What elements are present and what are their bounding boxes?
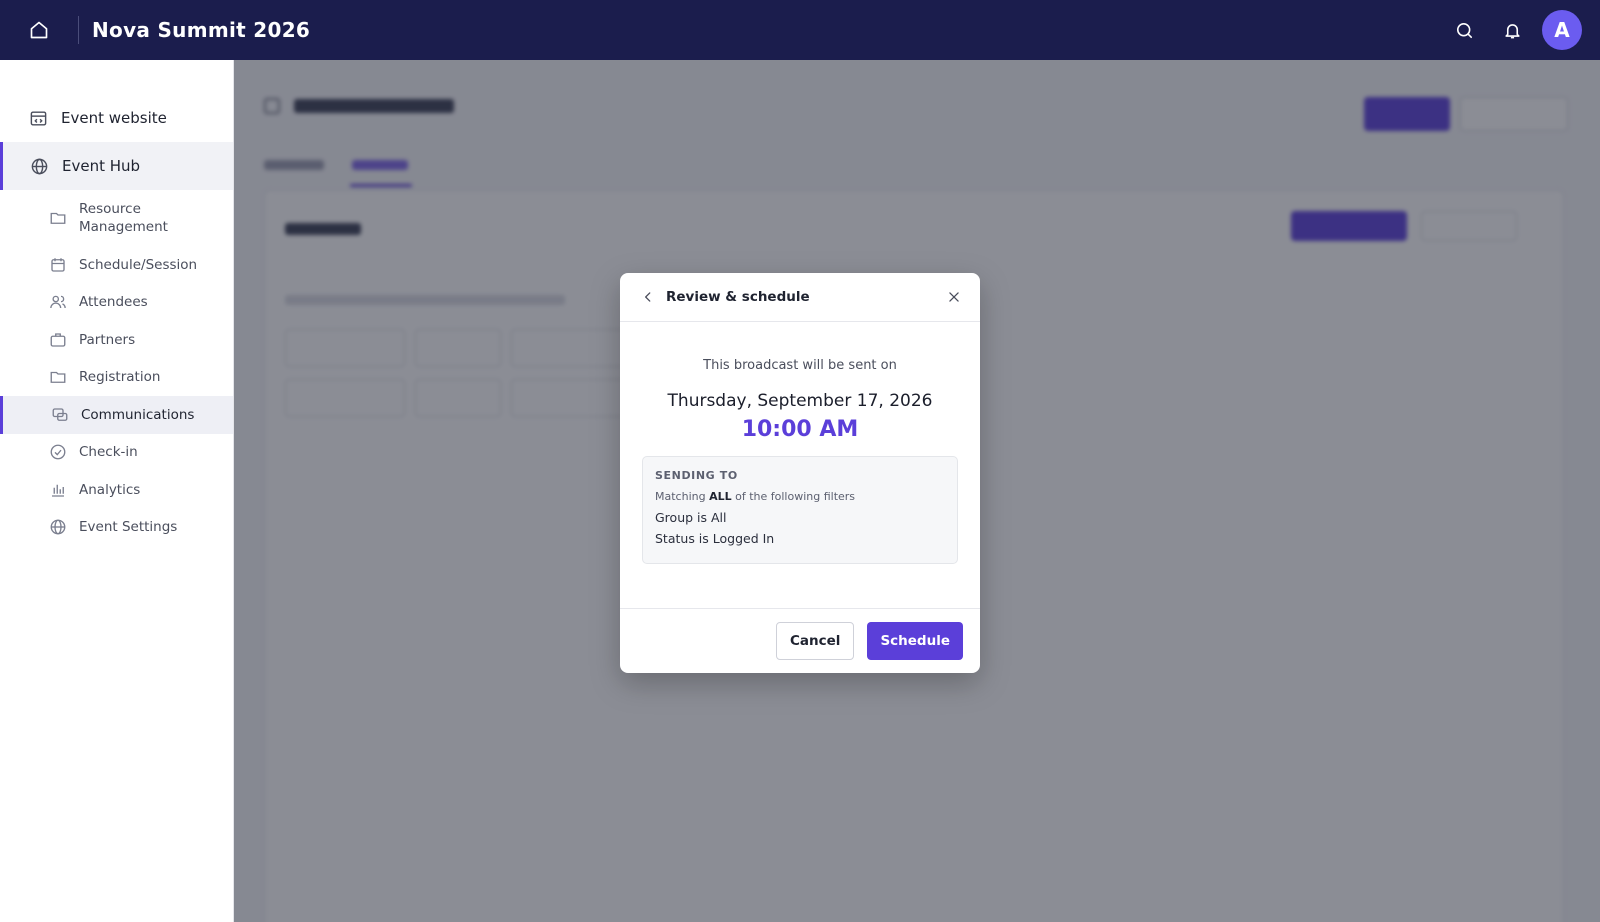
globe-icon [29, 156, 49, 176]
people-icon [49, 293, 67, 311]
check-circle-icon [49, 443, 67, 461]
match-description: Matching ALL of the following filters [655, 490, 945, 503]
sent-on-text: This broadcast will be sent on [703, 358, 897, 373]
scheduled-time: 10:00 AM [741, 417, 859, 442]
sidebar-item-label: Event website [61, 109, 167, 127]
search-button[interactable] [1440, 6, 1488, 54]
sending-to-summary: SENDING TO Matching ALL of the following… [642, 456, 958, 564]
sidebar: Event website Event Hub Resource Managem… [0, 60, 234, 922]
sidebar-item-event-website[interactable]: Event website [0, 94, 233, 142]
globe-icon [49, 518, 67, 536]
sidebar-item-label: Communications [81, 406, 195, 423]
modal-close-button[interactable] [944, 287, 964, 307]
sidebar-item-check-in[interactable]: Check-in [0, 434, 233, 472]
sidebar-item-label: Resource Management [79, 201, 168, 235]
sidebar-item-attendees[interactable]: Attendees [0, 284, 233, 322]
close-icon [949, 292, 959, 302]
review-schedule-modal: Review & schedule This broadcast will be… [620, 273, 980, 673]
scheduled-date: Thursday, September 17, 2026 [667, 391, 933, 411]
sidebar-item-label: Event Settings [79, 519, 178, 536]
sidebar-item-label: Partners [79, 331, 136, 348]
sidebar-item-label: Attendees [79, 294, 148, 311]
sending-to-label: SENDING TO [655, 469, 738, 482]
sidebar-item-event-hub[interactable]: Event Hub [0, 142, 233, 190]
sidebar-item-schedule-session[interactable]: Schedule/Session [0, 246, 233, 284]
match-suffix: of the following filters [735, 490, 856, 503]
filter-rule: Status is Logged In [655, 531, 775, 546]
folder-icon [49, 209, 67, 227]
sidebar-item-communications[interactable]: Communications [0, 396, 233, 434]
modal-title: Review & schedule [666, 289, 810, 305]
bar-chart-icon [49, 481, 67, 499]
sidebar-item-label: Registration [79, 369, 161, 386]
top-bar: Nova Summit 2026 A [0, 0, 1600, 60]
notifications-button[interactable] [1488, 6, 1536, 54]
modal-footer: Cancel Schedule [620, 608, 980, 673]
search-icon [1456, 22, 1472, 38]
website-icon [28, 108, 48, 128]
match-prefix: Matching [655, 490, 706, 503]
briefcase-icon [49, 331, 67, 349]
modal-back-button[interactable] [638, 287, 658, 307]
bell-icon [1504, 23, 1520, 38]
sidebar-item-label: Check-in [79, 444, 138, 461]
sidebar-item-event-settings[interactable]: Event Settings [0, 509, 233, 547]
schedule-button[interactable]: Schedule [867, 622, 963, 660]
cancel-button[interactable]: Cancel [776, 622, 855, 660]
sidebar-item-label: Event Hub [62, 157, 141, 175]
sidebar-item-label: Analytics [79, 481, 141, 498]
modal-body: This broadcast will be sent on Thursday,… [620, 358, 980, 564]
modal-header: Review & schedule [620, 273, 980, 322]
calendar-icon [49, 256, 67, 274]
sidebar-item-resource-management[interactable]: Resource Management [0, 190, 233, 246]
sidebar-item-analytics[interactable]: Analytics [0, 471, 233, 509]
home-icon [30, 21, 48, 39]
app-title: Nova Summit 2026 [92, 18, 311, 42]
sidebar-item-partners[interactable]: Partners [0, 321, 233, 359]
sidebar-item-label: Schedule/Session [79, 256, 198, 273]
sidebar-item-registration[interactable]: Registration [0, 359, 233, 397]
home-button[interactable] [0, 0, 78, 60]
chevron-left-icon [645, 292, 651, 302]
chat-icon [51, 406, 69, 424]
header-divider [78, 16, 79, 44]
match-keyword: ALL [709, 490, 732, 503]
user-avatar[interactable]: A [1542, 10, 1582, 50]
filter-rule: Group is All [655, 510, 727, 525]
folder-icon [49, 368, 67, 386]
